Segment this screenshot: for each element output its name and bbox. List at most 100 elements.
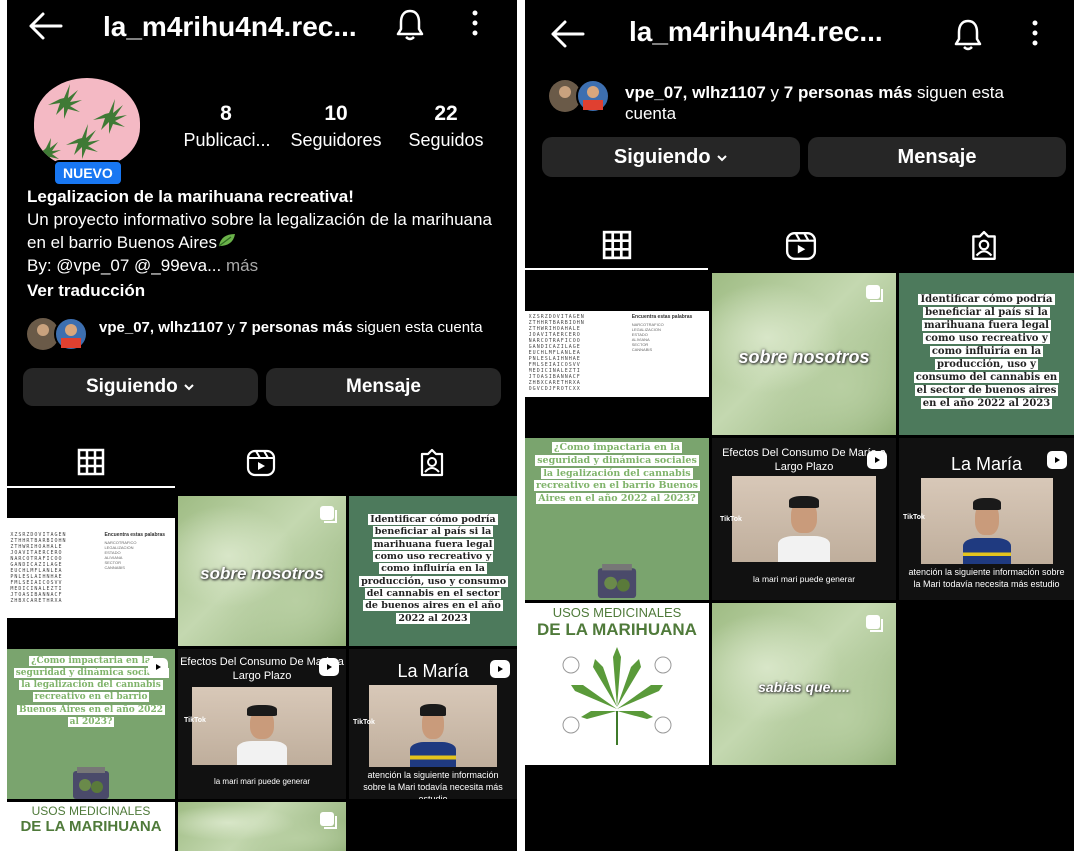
more-options-icon[interactable] xyxy=(465,8,485,38)
post-wordsearch[interactable]: XZSRZDOVITAGEN ZTHHRTBARBIOHN ZTHWRIHOAHAL… xyxy=(525,273,709,435)
followers-count: 10 xyxy=(324,102,348,125)
post-impacto[interactable]: ¿Como impactaria en la seguridad y dinám… xyxy=(7,649,175,799)
post-sobre-nosotros[interactable]: sobre nosotros xyxy=(178,496,346,646)
following-button[interactable]: Siguiendo xyxy=(542,137,800,177)
profile-tabs xyxy=(7,440,517,488)
carousel-icon xyxy=(320,812,337,829)
followers-stat[interactable]: 10 Seguidores xyxy=(281,102,391,151)
video-frame xyxy=(369,685,497,767)
post-identificar[interactable]: Identificar cómo podría beneficiar al pa… xyxy=(349,496,517,646)
usos-title-2: DE LA MARIHUANA xyxy=(537,620,697,639)
profile-bio: Legalizacion de la marihuana recreativa!… xyxy=(27,185,507,302)
bio-by[interactable]: By: @vpe_07 @_99eva... xyxy=(27,256,221,275)
wordsearch-list: Encuentra estas palabras NARCOTRAFICO LEG… xyxy=(631,314,693,353)
followed-by-users: vpe_07, wlhz1107 xyxy=(99,319,224,336)
tiktok-watermark: TikTok xyxy=(184,717,206,724)
back-arrow-icon[interactable] xyxy=(27,10,63,42)
leaf-icon xyxy=(218,234,235,247)
back-arrow-icon[interactable] xyxy=(549,18,585,50)
la-maria-caption: atención la siguiente información sobre … xyxy=(908,567,1065,589)
message-button[interactable]: Mensaje xyxy=(808,137,1066,177)
tab-grid[interactable] xyxy=(7,440,175,488)
followed-by-tail: siguen esta cuenta xyxy=(352,319,483,336)
video-frame xyxy=(192,687,332,765)
post-impacto[interactable]: ¿Como impactaria en la seguridad y dinám… xyxy=(525,438,709,600)
tab-reels[interactable] xyxy=(175,440,347,488)
sobre-nosotros-text: sobre nosotros xyxy=(738,347,870,367)
tab-grid[interactable] xyxy=(525,222,708,270)
post-efectos[interactable]: Efectos Del Consumo De María a Largo Pla… xyxy=(712,438,896,600)
followed-by-count: 7 personas más xyxy=(239,319,353,336)
right-screenshot: la_m4rihu4n4.rec... vpe_07, wlhz1107 y 7… xyxy=(525,0,1074,851)
reel-icon xyxy=(490,660,510,678)
followed-by-users: vpe_07, wlhz1107 xyxy=(625,83,766,102)
reel-icon xyxy=(148,658,168,676)
following-count: 22 xyxy=(434,102,458,125)
new-badge: NUEVO xyxy=(53,160,123,186)
followed-by[interactable]: vpe_07, wlhz1107 y 7 personas más siguen… xyxy=(27,316,497,356)
post-la-maria[interactable]: La María TikTok atención la siguiente in… xyxy=(899,438,1074,600)
post-sabias[interactable]: sabías que..... xyxy=(712,603,896,765)
bell-icon[interactable] xyxy=(395,8,425,42)
following-stat[interactable]: 22 Seguidos xyxy=(401,102,491,151)
reels-icon xyxy=(785,232,817,260)
post-efectos[interactable]: Efectos Del Consumo De María a Largo Pla… xyxy=(178,649,346,799)
followed-by[interactable]: vpe_07, wlhz1107 y 7 personas más siguen… xyxy=(549,78,1059,123)
cannabis-leaves-image xyxy=(35,84,127,165)
following-button-label: Siguiendo xyxy=(85,376,178,397)
cannabis-bag-image xyxy=(73,767,109,799)
top-bar: la_m4rihu4n4.rec... xyxy=(525,0,1074,56)
posts-grid: XZSRZDOVITAGEN ZTHHRTBARBIOHN ZTHWRIHOAHAL… xyxy=(7,496,517,851)
following-button[interactable]: Siguiendo xyxy=(23,368,258,406)
tiktok-watermark: TikTok xyxy=(353,719,375,726)
reel-icon xyxy=(319,658,339,676)
bio-text: Un proyecto informativo sobre la legaliz… xyxy=(27,208,507,254)
followed-by-connector: y xyxy=(765,83,784,102)
profile-username: la_m4rihu4n4.rec... xyxy=(103,11,357,42)
post-identificar[interactable]: Identificar cómo podría beneficiar al pa… xyxy=(899,273,1074,435)
followers-label: Seguidores xyxy=(290,130,382,150)
following-label: Seguidos xyxy=(408,130,484,150)
following-button-label: Siguiendo xyxy=(613,146,711,168)
post-wordsearch[interactable]: XZSRZDOVITAGEN ZTHHRTBARBIOHN ZTHWRIHOAHAL… xyxy=(7,496,175,646)
message-button[interactable]: Mensaje xyxy=(266,368,501,406)
post-sabias[interactable] xyxy=(178,802,346,851)
more-options-icon[interactable] xyxy=(1025,18,1045,48)
cannabis-leaf-illustration xyxy=(562,647,672,745)
grid-icon xyxy=(602,230,631,260)
profile-avatar[interactable] xyxy=(34,78,140,168)
tiktok-watermark: TikTok xyxy=(720,516,742,523)
tab-tagged[interactable] xyxy=(894,222,1074,270)
sabias-text: sabías que..... xyxy=(758,679,850,695)
top-bar: la_m4rihu4n4.rec... xyxy=(7,0,517,56)
tab-reels[interactable] xyxy=(708,222,894,270)
followed-by-connector: y xyxy=(223,319,240,336)
post-usos-medicinales[interactable]: USOS MEDICINALES DE LA MARIHUANA xyxy=(7,802,175,851)
usos-title-1: USOS MEDICINALES xyxy=(552,605,682,620)
bio-line: Un proyecto informativo sobre la legaliz… xyxy=(27,210,492,252)
carousel-icon xyxy=(866,285,883,302)
tab-tagged[interactable] xyxy=(347,440,517,488)
post-la-maria[interactable]: La María TikTok atención la siguiente in… xyxy=(349,649,517,799)
la-maria-caption: atención la siguiente información sobre … xyxy=(363,770,503,799)
posts-grid: XZSRZDOVITAGEN ZTHHRTBARBIOHN ZTHWRIHOAHAL… xyxy=(525,273,1074,773)
posts-label: Publicaci... xyxy=(183,130,271,150)
see-translation-link[interactable]: Ver traducción xyxy=(27,279,507,302)
wordsearch-grid: XZSRZDOVITAGEN ZTHHRTBARBIOHN ZTHWRIHOAHAL… xyxy=(10,532,67,604)
bio-by-line: By: @vpe_07 @_99eva... más xyxy=(27,254,507,277)
posts-stat[interactable]: 8 xyxy=(203,102,249,126)
bio-more-link[interactable]: más xyxy=(226,256,258,275)
usos-title-1: USOS MEDICINALES xyxy=(31,804,151,818)
profile-username: la_m4rihu4n4.rec... xyxy=(629,16,883,47)
bell-icon[interactable] xyxy=(953,18,983,52)
carousel-icon xyxy=(866,615,883,632)
identificar-text: Identificar cómo podría beneficiar al pa… xyxy=(359,514,509,624)
posts-stat-label-wrap: Publicaci... xyxy=(177,130,277,151)
post-sobre-nosotros[interactable]: sobre nosotros xyxy=(712,273,896,435)
followed-by-count: 7 personas más xyxy=(783,83,913,102)
post-usos-medicinales[interactable]: USOS MEDICINALES DE LA MARIHUANA xyxy=(525,603,709,765)
followed-by-text: vpe_07, wlhz1107 y 7 personas más siguen… xyxy=(99,318,499,337)
profile-tabs xyxy=(525,222,1074,270)
wordsearch-grid: XZSRZDOVITAGEN ZTHHRTBARBIOHN ZTHWRIHOAHAL… xyxy=(528,314,585,393)
reel-icon xyxy=(1047,451,1067,469)
